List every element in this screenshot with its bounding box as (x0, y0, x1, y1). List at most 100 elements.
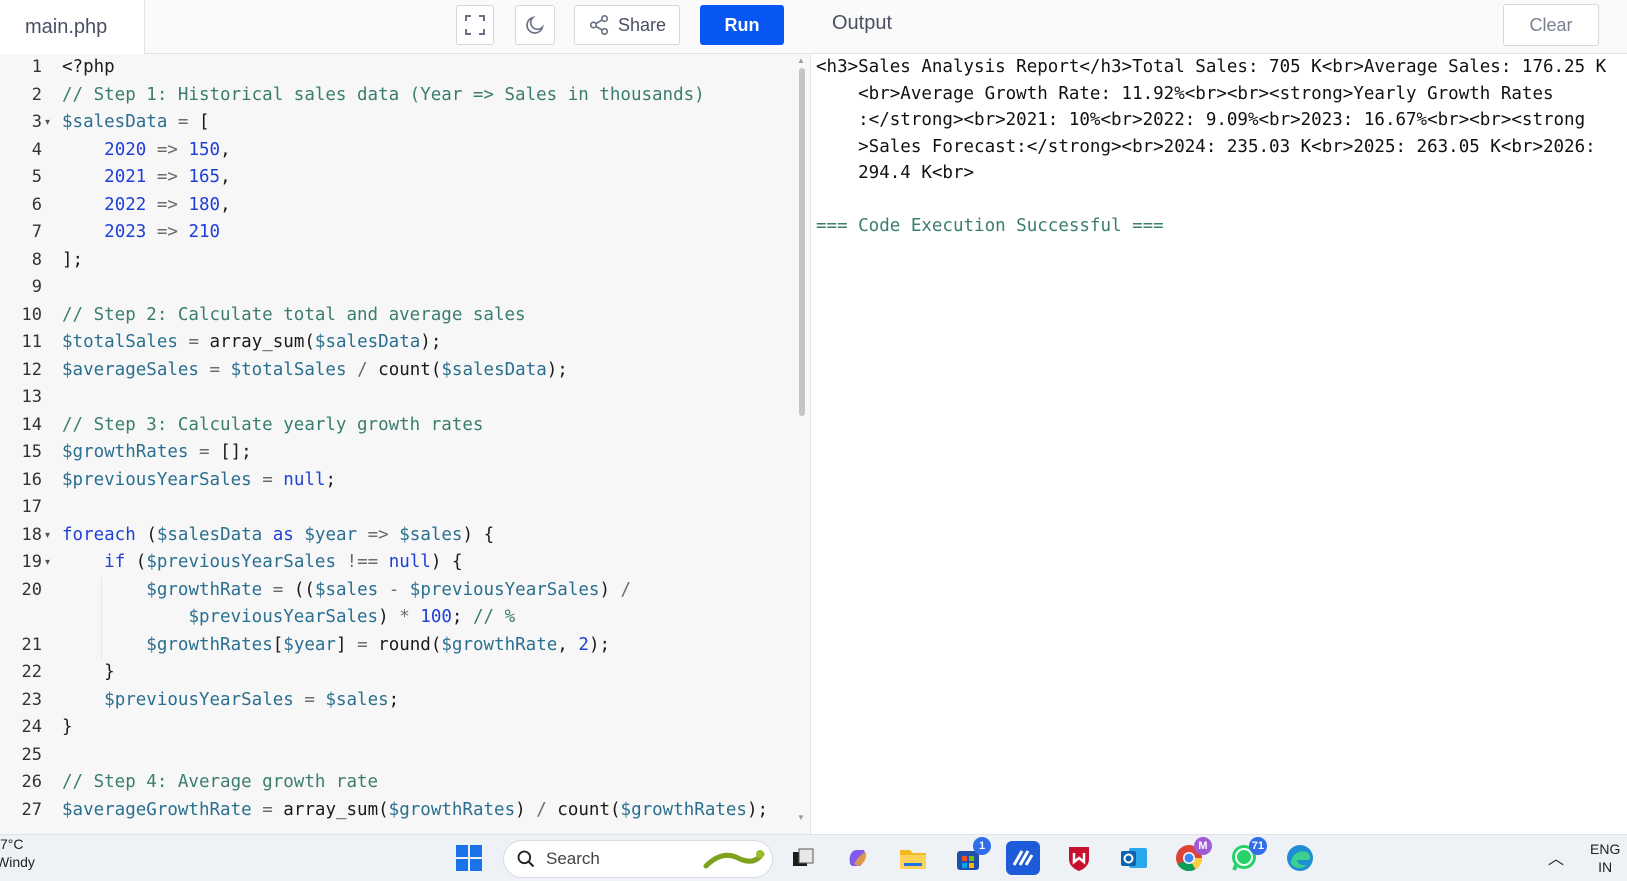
taskbar-search[interactable]: Search (503, 840, 773, 878)
app-logo-icon (1012, 850, 1034, 866)
chrome-button[interactable]: M (1172, 837, 1212, 875)
code-line[interactable]: // Step 3: Calculate yearly growth rates (62, 412, 483, 440)
copilot-button[interactable] (841, 841, 875, 875)
outlook-button[interactable] (1117, 841, 1151, 875)
code-line[interactable]: ]; (62, 247, 83, 275)
code-line[interactable]: $totalSales = array_sum($salesData); (62, 329, 441, 357)
store-button[interactable]: 1 (951, 837, 991, 875)
line-number: 13 (21, 387, 42, 407)
dark-mode-toggle[interactable] (515, 5, 555, 45)
file-tab-label: main.php (25, 16, 108, 38)
execution-status: === Code Execution Successful === (816, 216, 1164, 236)
code-line[interactable]: $growthRates = []; (62, 439, 252, 467)
line-number: 26 (21, 772, 42, 792)
line-number: 23 (21, 689, 42, 710)
output-line: <h3>Sales Analysis Report</h3>Total Sale… (816, 57, 1607, 77)
language-code: ENG (1590, 841, 1621, 857)
code-line[interactable]: // Step 1: Historical sales data (Year =… (62, 82, 705, 110)
line-number: 4 (31, 139, 42, 160)
run-label: Run (724, 14, 760, 35)
output-line: >Sales Forecast:</strong><br>2024: 235.0… (816, 136, 1596, 157)
share-icon (589, 15, 609, 35)
task-view-button[interactable] (786, 841, 820, 875)
folder-icon (900, 850, 926, 869)
line-number: 7 (31, 222, 42, 242)
line-number: 18 (21, 524, 42, 545)
output-title: Output (832, 12, 893, 34)
line-number: 11 (21, 332, 42, 352)
mcafee-shield-icon (1069, 847, 1089, 871)
code-line[interactable]: // Step 4: Average growth rate (62, 769, 378, 797)
language-indicator[interactable]: ENG IN (1590, 840, 1620, 876)
line-number: 21 (21, 634, 42, 655)
windows-logo-icon (456, 845, 482, 871)
weather-widget[interactable]: 7°C Windy (0, 835, 35, 871)
output-line: <br>Average Growth Rate: 11.92%<br><br><… (816, 83, 1554, 104)
app-button-blue[interactable] (1006, 841, 1040, 875)
fullscreen-button[interactable] (456, 5, 494, 45)
fold-toggle-icon[interactable]: ▾ (45, 549, 50, 577)
scroll-up-arrow-icon[interactable]: ▲ (797, 56, 805, 65)
code-line[interactable]: $averageSales = $totalSales / count($sal… (62, 357, 568, 385)
weather-description: Windy (0, 854, 35, 870)
code-line[interactable]: $salesData = [ (62, 109, 210, 137)
line-number: 24 (21, 717, 42, 737)
run-button[interactable]: Run (700, 5, 784, 45)
weather-temperature: 7°C (0, 836, 24, 852)
code-line[interactable]: 2023 => 210 (62, 219, 220, 247)
file-tab-main-php[interactable]: main.php (0, 0, 145, 55)
copilot-icon (849, 850, 867, 866)
line-number: 14 (21, 414, 42, 435)
code-line[interactable]: if ($previousYearSales !== null) { (62, 549, 462, 577)
line-number: 3 (31, 112, 42, 132)
clear-label: Clear (1529, 14, 1573, 35)
whatsapp-button[interactable]: 71 (1227, 837, 1267, 875)
file-explorer-button[interactable] (896, 841, 930, 875)
code-line[interactable]: 2022 => 180, (62, 192, 230, 220)
code-line[interactable]: } (62, 714, 73, 742)
line-number: 25 (21, 744, 42, 765)
search-icon (517, 850, 535, 868)
line-number: 9 (31, 277, 42, 297)
line-number: 8 (31, 249, 42, 270)
code-line[interactable]: } (62, 659, 115, 687)
code-line[interactable]: $previousYearSales) * 100; // % (62, 604, 515, 632)
code-line[interactable]: <?php (62, 54, 115, 82)
line-number: 15 (21, 442, 42, 462)
line-number: 5 (31, 167, 42, 187)
output-line: 294.4 K<br> (816, 163, 975, 183)
clear-button[interactable]: Clear (1503, 4, 1599, 46)
line-number: 27 (21, 799, 42, 820)
line-number: 22 (21, 662, 42, 682)
code-line[interactable]: // Step 2: Calculate total and average s… (62, 302, 526, 330)
code-line[interactable]: 2020 => 150, (62, 137, 230, 165)
code-line[interactable]: $previousYearSales = $sales; (62, 687, 399, 715)
code-line[interactable]: $previousYearSales = null; (62, 467, 336, 495)
chrome-profile-badge: M (1194, 837, 1212, 855)
code-line[interactable]: foreach ($salesData as $year => $sales) … (62, 522, 494, 550)
moon-icon (526, 15, 545, 34)
line-number: 19 (21, 552, 42, 572)
code-line[interactable]: $growthRates[$year] = round($growthRate,… (62, 632, 610, 660)
code-line[interactable]: $growthRate = (($sales - $previousYearSa… (62, 577, 631, 605)
code-line[interactable]: $averageGrowthRate = array_sum($growthRa… (62, 797, 768, 825)
line-number: 1 (31, 57, 42, 77)
fold-toggle-icon[interactable]: ▾ (45, 109, 50, 137)
code-line[interactable]: 2021 => 165, (62, 164, 230, 192)
top-toolbar: main.php Share Run Output Clear (0, 0, 1627, 55)
outlook-icon (1121, 848, 1147, 868)
scroll-down-arrow-icon[interactable]: ▼ (797, 813, 805, 822)
search-placeholder: Search (546, 849, 600, 868)
line-number: 6 (31, 194, 42, 215)
indent-guide (101, 576, 102, 659)
code-editor[interactable]: 1 2 3 ▾ 4 5 6 7 8 9 10 11 12 13 14 15 16 17 18 ▾ 19 ▾ 20 21 22 23… (0, 54, 810, 834)
start-button[interactable] (452, 841, 486, 875)
edge-button[interactable] (1283, 841, 1317, 875)
line-number: 16 (21, 469, 42, 490)
line-number: 17 (21, 497, 42, 517)
fold-toggle-icon[interactable]: ▾ (45, 522, 50, 550)
share-button[interactable]: Share (574, 5, 680, 45)
mcafee-button[interactable] (1062, 841, 1096, 875)
editor-scrollbar-thumb[interactable] (799, 68, 805, 416)
tray-chevron-up-icon[interactable]: ︿ (1548, 845, 1564, 869)
